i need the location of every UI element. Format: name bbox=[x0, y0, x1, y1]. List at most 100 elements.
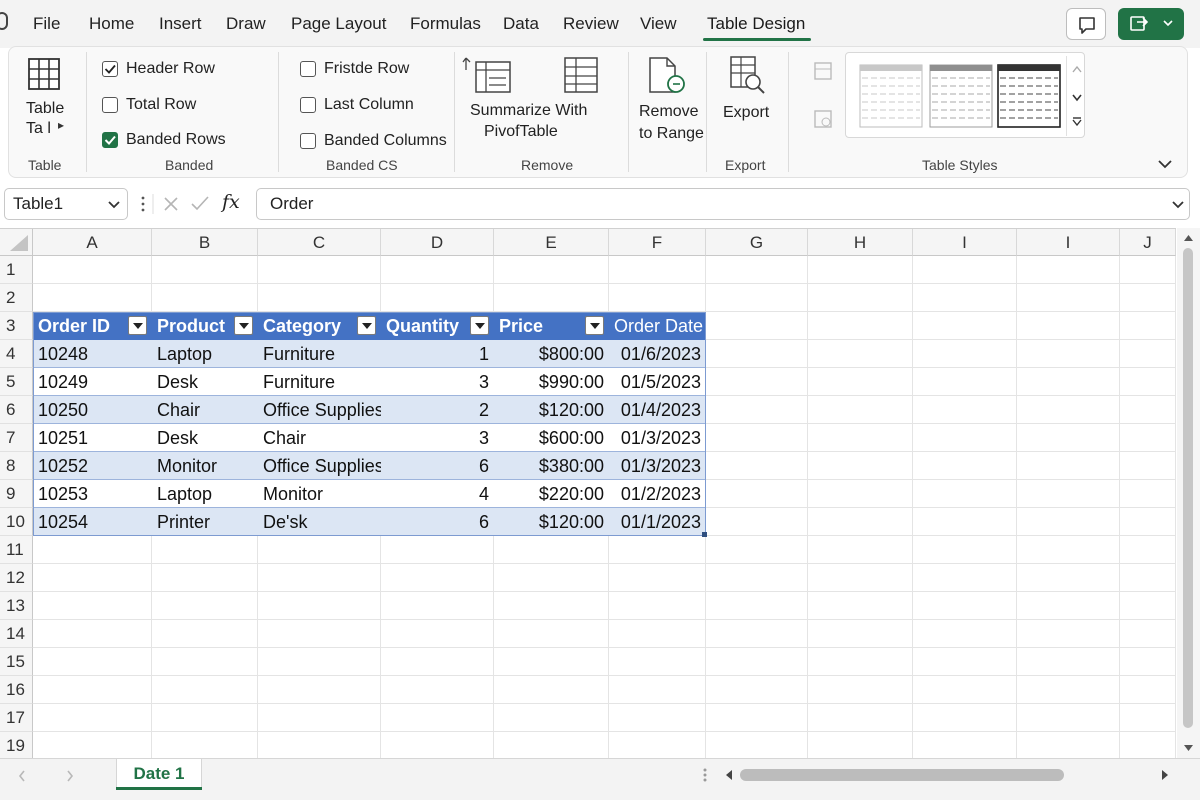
first-column-checkbox[interactable]: Fristde Row bbox=[300, 58, 409, 80]
table-cell[interactable]: Laptop bbox=[152, 480, 258, 508]
grid-cell[interactable] bbox=[913, 592, 1017, 620]
grid-cell[interactable] bbox=[1017, 704, 1120, 732]
grid-cell[interactable] bbox=[913, 508, 1017, 536]
grid-cell[interactable] bbox=[258, 676, 381, 704]
table-resize-handle[interactable] bbox=[702, 532, 707, 537]
filter-dropdown-icon[interactable] bbox=[470, 316, 489, 335]
column-header[interactable]: I bbox=[913, 229, 1017, 256]
table-cell[interactable]: 1 bbox=[381, 340, 494, 368]
grid-cell[interactable] bbox=[808, 620, 913, 648]
grid-cell[interactable] bbox=[913, 536, 1017, 564]
row-header[interactable]: 3 bbox=[0, 312, 33, 340]
grid-cell[interactable] bbox=[913, 340, 1017, 368]
tab-home[interactable]: Home bbox=[89, 14, 134, 34]
spreadsheet-grid[interactable]: A B C D E F G H I I J 1 2 3 4 5 6 7 8 9 10 11 12 13 14 15 16 17 19 Or… bbox=[0, 228, 1176, 758]
table-cell[interactable]: 6 bbox=[381, 508, 494, 536]
tab-insert[interactable]: Insert bbox=[159, 14, 202, 34]
table-cell[interactable]: 01/1/2023 bbox=[609, 508, 706, 536]
grid-cell[interactable] bbox=[1120, 312, 1176, 340]
grid-cell[interactable] bbox=[706, 536, 808, 564]
grid-cell[interactable] bbox=[152, 536, 258, 564]
table-cell[interactable]: Chair bbox=[258, 424, 381, 452]
grid-cell[interactable] bbox=[1120, 536, 1176, 564]
grid-cell[interactable] bbox=[1017, 648, 1120, 676]
grid-cell[interactable] bbox=[706, 564, 808, 592]
grid-cell[interactable] bbox=[33, 284, 152, 312]
table-cell[interactable]: 10253 bbox=[33, 480, 152, 508]
row-header[interactable]: 2 bbox=[0, 284, 33, 312]
grid-cell[interactable] bbox=[494, 564, 609, 592]
grid-cell[interactable] bbox=[913, 676, 1017, 704]
grid-cell[interactable] bbox=[381, 592, 494, 620]
table-cell[interactable]: Laptop bbox=[152, 340, 258, 368]
grid-cell[interactable] bbox=[1120, 368, 1176, 396]
table-cell[interactable]: $120:00 bbox=[494, 396, 609, 424]
table-cell[interactable]: Desk bbox=[152, 424, 258, 452]
insert-function-icon[interactable]: fx bbox=[222, 191, 240, 213]
export-icon[interactable] bbox=[726, 54, 770, 98]
grid-cell[interactable] bbox=[913, 620, 1017, 648]
grid-cell[interactable] bbox=[913, 368, 1017, 396]
grid-cell[interactable] bbox=[609, 284, 706, 312]
summarize-pivot-button-line2[interactable]: PivofTable bbox=[484, 121, 558, 143]
grid-cell[interactable] bbox=[808, 256, 913, 284]
grid-cell[interactable] bbox=[152, 620, 258, 648]
grid-cell[interactable] bbox=[1120, 704, 1176, 732]
grid-cell[interactable] bbox=[381, 536, 494, 564]
grid-cell[interactable] bbox=[152, 564, 258, 592]
tab-view[interactable]: View bbox=[640, 14, 677, 34]
grid-cell[interactable] bbox=[1017, 536, 1120, 564]
grid-cell[interactable] bbox=[33, 536, 152, 564]
grid-cell[interactable] bbox=[258, 648, 381, 676]
grid-cell[interactable] bbox=[1120, 340, 1176, 368]
grid-cell[interactable] bbox=[706, 480, 808, 508]
table-cell[interactable]: 10251 bbox=[33, 424, 152, 452]
grid-cell[interactable] bbox=[1017, 424, 1120, 452]
grid-cell[interactable] bbox=[808, 676, 913, 704]
grid-cell[interactable] bbox=[1017, 508, 1120, 536]
grid-cell[interactable] bbox=[1120, 396, 1176, 424]
comments-button[interactable] bbox=[1066, 8, 1106, 40]
grid-cell[interactable] bbox=[808, 592, 913, 620]
table-cell[interactable]: 01/2/2023 bbox=[609, 480, 706, 508]
table-grid-icon[interactable] bbox=[26, 56, 64, 94]
grid-cell[interactable] bbox=[913, 732, 1017, 758]
column-header[interactable]: E bbox=[494, 229, 609, 256]
table-cell[interactable]: Office Supplies bbox=[258, 452, 381, 480]
grid-cell[interactable] bbox=[913, 480, 1017, 508]
grid-cell[interactable] bbox=[609, 704, 706, 732]
sheet-tab-active[interactable]: Date 1 bbox=[116, 759, 202, 789]
grid-cell[interactable] bbox=[33, 704, 152, 732]
filter-dropdown-icon[interactable] bbox=[585, 316, 604, 335]
grid-cell[interactable] bbox=[33, 732, 152, 758]
table-cell[interactable]: 2 bbox=[381, 396, 494, 424]
grid-cell[interactable] bbox=[706, 312, 808, 340]
grid-cell[interactable] bbox=[808, 284, 913, 312]
table-cell[interactable]: 10250 bbox=[33, 396, 152, 424]
row-header[interactable]: 11 bbox=[0, 536, 33, 564]
grid-cell[interactable] bbox=[494, 676, 609, 704]
grid-cell[interactable] bbox=[1017, 620, 1120, 648]
horizontal-scroll-thumb[interactable] bbox=[740, 769, 1064, 781]
grid-cell[interactable] bbox=[152, 676, 258, 704]
grid-cell[interactable] bbox=[381, 256, 494, 284]
grid-cell[interactable] bbox=[152, 732, 258, 758]
grid-cell[interactable] bbox=[706, 396, 808, 424]
grid-cell[interactable] bbox=[33, 676, 152, 704]
grid-cell[interactable] bbox=[808, 480, 913, 508]
table-cell[interactable]: 01/5/2023 bbox=[609, 368, 706, 396]
grid-cell[interactable] bbox=[33, 564, 152, 592]
grid-cell[interactable] bbox=[706, 676, 808, 704]
grid-cell[interactable] bbox=[494, 536, 609, 564]
row-header[interactable]: 6 bbox=[0, 396, 33, 424]
grid-cell[interactable] bbox=[706, 592, 808, 620]
table-cell[interactable]: $380:00 bbox=[494, 452, 609, 480]
table-cell[interactable]: Furniture bbox=[258, 340, 381, 368]
grid-cell[interactable] bbox=[808, 396, 913, 424]
table-cell[interactable]: 3 bbox=[381, 424, 494, 452]
grid-cell[interactable] bbox=[1120, 676, 1176, 704]
column-header[interactable]: D bbox=[381, 229, 494, 256]
style-options-icon[interactable] bbox=[812, 60, 834, 82]
grid-cell[interactable] bbox=[1017, 256, 1120, 284]
tab-formulas[interactable]: Formulas bbox=[410, 14, 481, 34]
